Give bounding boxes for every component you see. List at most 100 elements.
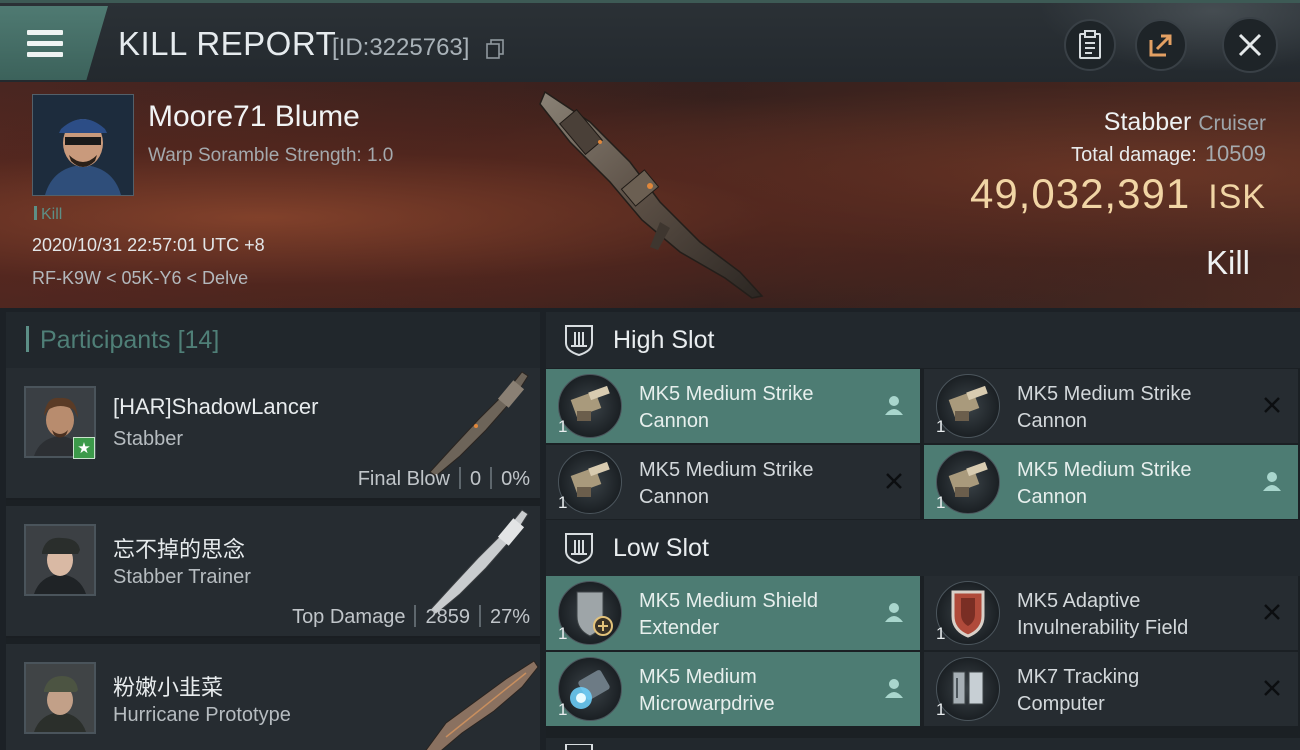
dropped-person-icon: [1263, 472, 1281, 491]
module-quantity: 1: [558, 624, 568, 643]
kill-result: Kill: [1205, 244, 1250, 281]
module-quantity: 1: [558, 493, 568, 512]
module-name: MK5 Adaptive Invulnerability Field: [1017, 590, 1189, 639]
clipboard-icon: [1079, 30, 1101, 59]
copy-icon[interactable]: [486, 39, 504, 59]
participant-ship: Stabber Trainer: [113, 566, 251, 588]
low-slot-header: Low Slot: [546, 520, 1300, 576]
header-bar: KILL REPORT [ID:3225763]: [0, 0, 1300, 83]
tracking-computer-icon: [936, 657, 1000, 721]
module-name: MK5 Medium Strike Cannon: [1017, 383, 1192, 432]
page-title: KILL REPORT: [118, 25, 337, 62]
module-quantity: 1: [936, 700, 946, 719]
module-quantity: 1: [936, 417, 946, 436]
participant-name[interactable]: 粉嫩小韭菜: [113, 670, 223, 702]
module-quantity: 1: [936, 493, 946, 512]
menu-icon: [27, 30, 63, 63]
victim-ship[interactable]: Stabber Cruiser: [1104, 108, 1266, 137]
participant-damage: 2859: [425, 606, 470, 628]
fitting-panel: High Slot 1 MK5 Medium Strike Cannon 1 MK…: [546, 312, 1300, 750]
victim-ship-name: Stabber: [1103, 108, 1192, 136]
participant-damage: 0: [469, 468, 482, 490]
module-name: MK5 Medium Strike Cannon: [639, 383, 814, 432]
close-icon: [1238, 33, 1262, 57]
kill-tag: Kill: [34, 206, 62, 224]
menu-button[interactable]: [0, 6, 108, 80]
module-name: MK5 Medium Shield Extender: [639, 590, 818, 639]
module-name: MK5 Medium Strike Cannon: [1017, 459, 1192, 508]
participant-ship-icon: [425, 660, 539, 750]
kill-location[interactable]: RF-K9W < 05K-Y6 < Delve: [32, 268, 248, 289]
module-slot[interactable]: 1 MK5 Medium Strike Cannon: [924, 369, 1298, 443]
share-button[interactable]: [1135, 19, 1187, 71]
pilot-portrait-icon: [26, 664, 94, 732]
participants-count: [14]: [177, 326, 220, 354]
high-slot-icon: [565, 325, 593, 357]
module-slot[interactable]: 1 MK5 Medium Strike Cannon: [924, 445, 1298, 519]
mid-slot-header-partial: [546, 738, 1300, 750]
cannon-module-icon: [558, 450, 622, 514]
participant-row[interactable]: 忘不掉的思念 Stabber Trainer Top Damage 2859 27%: [6, 506, 540, 638]
module-slot[interactable]: 1 MK5 Medium Strike Cannon: [546, 445, 920, 519]
report-id: [ID:3225763]: [332, 34, 470, 61]
participants-header: Participants [14]: [6, 312, 540, 368]
module-name: MK7 Tracking Computer: [1017, 666, 1140, 715]
participant-name[interactable]: 忘不掉的思念: [113, 532, 245, 564]
low-slot-label: Low Slot: [613, 534, 709, 562]
victim-name[interactable]: Moore71 Blume: [148, 100, 360, 134]
participant-stat-label: Final Blow: [357, 468, 450, 490]
module-slot[interactable]: 1 MK5 Medium Strike Cannon: [546, 369, 920, 443]
participant-stats: Top Damage 2859 27%: [292, 605, 530, 629]
total-damage: Total damage: 10509: [1071, 141, 1266, 167]
clipboard-button[interactable]: [1064, 19, 1116, 71]
participant-row[interactable]: ★ [HAR]ShadowLancer Stabber Final Blow 0 0…: [6, 368, 540, 500]
pilot-portrait-icon: [33, 95, 133, 195]
high-slot-header: High Slot: [546, 312, 1300, 368]
mid-slot-icon: [565, 744, 593, 750]
participant-damage-percent: 0%: [501, 468, 530, 490]
invulnerability-field-icon: [936, 581, 1000, 645]
cannon-module-icon: [936, 374, 1000, 438]
destroyed-x-icon: [1264, 680, 1280, 696]
destroyed-x-icon: [886, 473, 902, 489]
kill-datetime: 2020/10/31 22:57:01 UTC +8: [32, 235, 265, 255]
total-damage-label: Total damage:: [1071, 144, 1197, 166]
participant-avatar[interactable]: [24, 662, 96, 734]
module-slot[interactable]: 1 MK5 Medium Microwarpdrive: [546, 652, 920, 726]
dropped-person-icon: [885, 603, 903, 622]
close-button[interactable]: [1222, 17, 1278, 73]
pilot-portrait-icon: [26, 526, 94, 594]
isk-unit: ISK: [1208, 178, 1266, 216]
final-blow-star-icon: ★: [73, 437, 95, 459]
module-slot[interactable]: 1 MK5 Adaptive Invulnerability Field: [924, 576, 1298, 650]
participant-stat-label: Top Damage: [292, 606, 406, 628]
low-slot-icon: [565, 533, 593, 565]
isk-value: 49,032,391 ISK: [970, 170, 1266, 218]
module-quantity: 1: [558, 417, 568, 436]
participants-title: Participants [14]: [40, 326, 220, 354]
victim-ship-render: [539, 90, 764, 299]
victim-ship-class: Cruiser: [1198, 112, 1266, 135]
total-damage-value: 10509: [1204, 141, 1266, 166]
microwarpdrive-icon: [558, 657, 622, 721]
dropped-person-icon: [885, 396, 903, 415]
participant-avatar[interactable]: [24, 524, 96, 596]
participant-stats: Final Blow 0 0%: [358, 467, 530, 491]
cannon-module-icon: [936, 450, 1000, 514]
module-quantity: 1: [936, 624, 946, 643]
dropped-person-icon: [885, 679, 903, 698]
kill-tag-label: Kill: [41, 206, 63, 223]
module-name: MK5 Medium Strike Cannon: [639, 459, 814, 508]
participant-row[interactable]: 粉嫩小韭菜 Hurricane Prototype: [6, 644, 540, 750]
module-slot[interactable]: 1 MK5 Medium Shield Extender: [546, 576, 920, 650]
participant-name[interactable]: [HAR]ShadowLancer: [113, 394, 318, 420]
victim-summary: Moore71 Blume Warp Soramble Strength: 1.…: [0, 82, 1300, 308]
victim-avatar[interactable]: [32, 94, 134, 196]
destroyed-x-icon: [1264, 604, 1280, 620]
module-slot[interactable]: 1 MK7 Tracking Computer: [924, 652, 1298, 726]
participant-ship: Hurricane Prototype: [113, 704, 291, 726]
share-icon: [1149, 34, 1172, 57]
destroyed-x-icon: [1264, 397, 1280, 413]
module-quantity: 1: [558, 700, 568, 719]
participants-panel: Participants [14] ★ [HAR]ShadowLancer St…: [6, 312, 540, 750]
